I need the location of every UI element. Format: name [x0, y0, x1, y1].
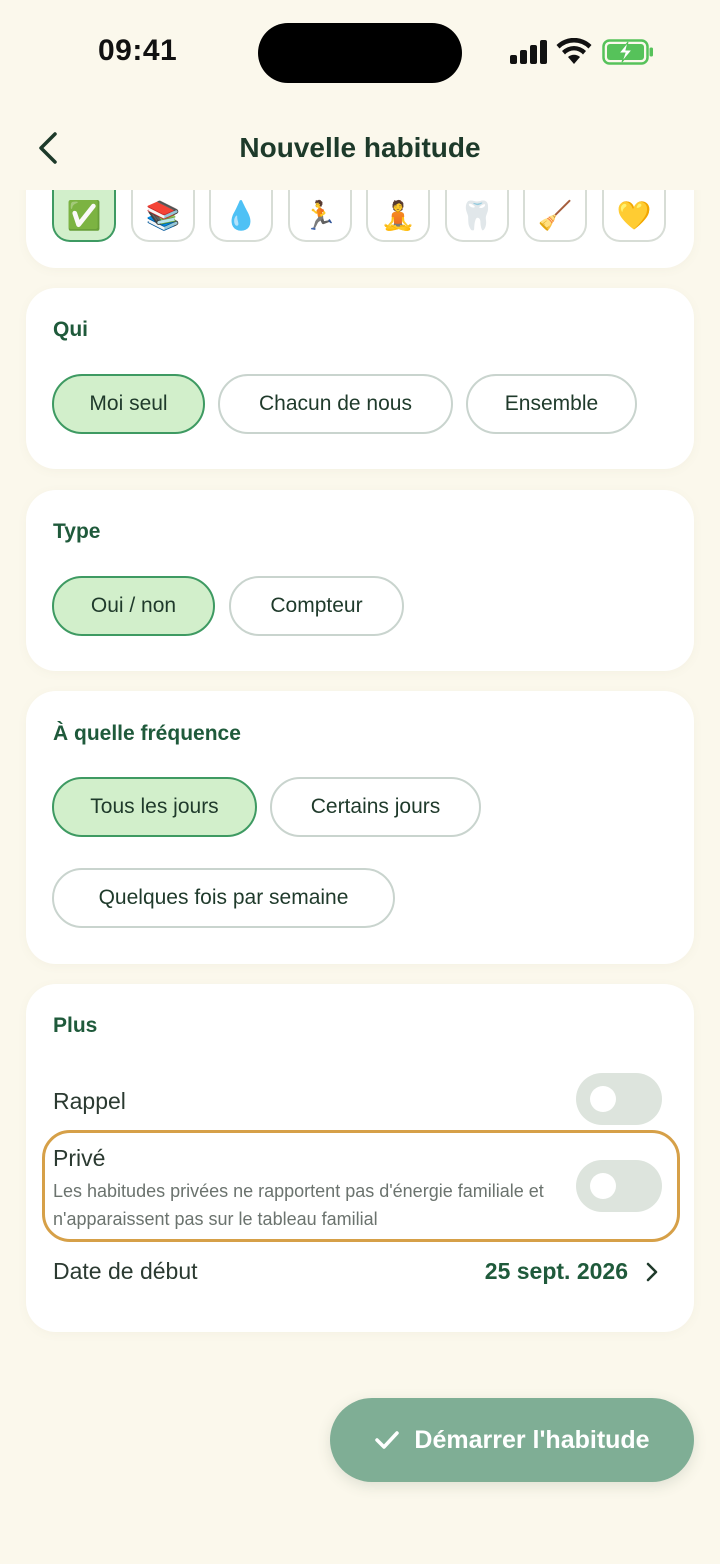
page-title: Nouvelle habitude	[239, 132, 481, 163]
frequency-label: À quelle fréquence	[53, 722, 241, 745]
who-card: Qui Moi seul Chacun de nous Ensemble	[26, 288, 694, 469]
chevron-right-icon	[646, 1262, 658, 1282]
emoji-option[interactable]: 🦷	[445, 190, 509, 242]
private-row-highlight	[42, 1130, 680, 1242]
books-emoji-icon: 📚	[145, 199, 181, 231]
dynamic-island	[258, 23, 462, 83]
frequency-option-weekly[interactable]: Quelques fois par semaine	[52, 868, 395, 928]
start-date-value: 25 sept. 2026	[484, 1258, 628, 1284]
frequency-option-some-days[interactable]: Certains jours	[270, 777, 481, 837]
meditation-emoji-icon: 🧘	[380, 199, 416, 231]
reminder-label: Rappel	[53, 1088, 126, 1114]
start-date-label: Date de début	[53, 1258, 198, 1284]
who-option-each[interactable]: Chacun de nous	[218, 374, 453, 434]
emoji-option[interactable]: 🧹	[523, 190, 587, 242]
checkmark-icon	[375, 1431, 400, 1449]
status-bar: 09:41	[0, 0, 720, 100]
type-label: Type	[53, 520, 101, 543]
who-option-alone[interactable]: Moi seul	[52, 374, 205, 434]
tooth-emoji-icon: 🦷	[459, 199, 495, 231]
who-option-together[interactable]: Ensemble	[466, 374, 637, 434]
emoji-option[interactable]: 🧘	[366, 190, 430, 242]
status-time: 09:41	[98, 34, 178, 67]
type-card: Type Oui / non Compteur	[26, 490, 694, 671]
heart-emoji-icon: 💛	[616, 199, 652, 231]
emoji-option[interactable]: 📚	[131, 190, 195, 242]
start-habit-button[interactable]: Démarrer l'habitude	[330, 1398, 694, 1482]
runner-emoji-icon: 🏃	[302, 199, 338, 231]
battery-charging-icon	[602, 39, 653, 65]
start-date-row[interactable]: Date de début 25 sept. 2026	[26, 1246, 694, 1296]
emoji-option[interactable]: ✅	[52, 190, 116, 242]
start-habit-label: Démarrer l'habitude	[414, 1425, 650, 1454]
who-label: Qui	[53, 318, 88, 341]
broom-emoji-icon: 🧹	[537, 199, 573, 231]
check-emoji-icon: ✅	[66, 199, 102, 231]
type-option-counter[interactable]: Compteur	[229, 576, 404, 636]
emoji-option[interactable]: 🏃	[288, 190, 352, 242]
frequency-option-daily[interactable]: Tous les jours	[52, 777, 257, 837]
more-label: Plus	[53, 1014, 98, 1037]
emoji-option[interactable]: 💛	[602, 190, 666, 242]
reminder-toggle[interactable]	[576, 1073, 662, 1125]
droplet-emoji-icon: 💧	[223, 199, 259, 231]
emoji-option[interactable]: 💧	[209, 190, 273, 242]
nav-header: Nouvelle habitude	[0, 100, 720, 192]
cellular-signal-icon	[510, 40, 548, 64]
toggle-knob	[590, 1086, 616, 1112]
wifi-icon	[556, 38, 592, 64]
type-option-yes-no[interactable]: Oui / non	[52, 576, 215, 636]
frequency-card: À quelle fréquence Tous les jours Certai…	[26, 691, 694, 964]
